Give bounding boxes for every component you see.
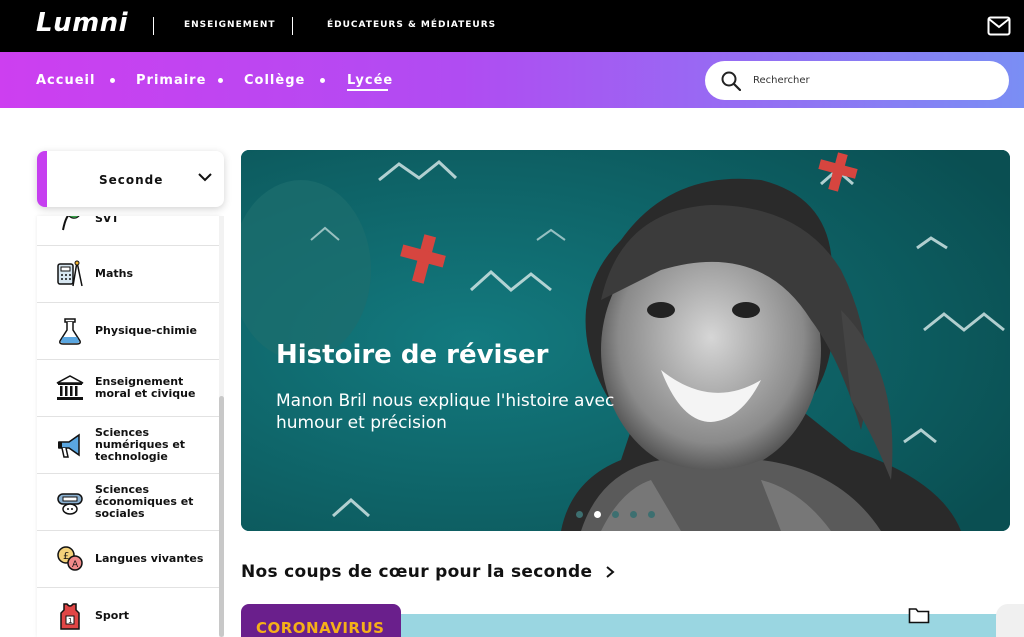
subject-sport[interactable]: 1 Sport [37, 588, 219, 637]
plant-icon [62, 216, 80, 231]
subject-label: Sciences économiques et sociales [95, 483, 194, 520]
nav-college[interactable]: Collège [244, 73, 305, 88]
subject-label: Maths [95, 267, 134, 280]
scrollbar-thumb[interactable] [219, 396, 224, 637]
nav-lycee[interactable]: Lycée [347, 73, 393, 88]
carousel-dot[interactable] [648, 511, 655, 518]
chevron-right-icon[interactable] [604, 564, 616, 580]
subject-physique-chimie[interactable]: Physique-chimie [37, 303, 219, 360]
subject-label: Enseignement moral et civique [95, 375, 196, 400]
subject-label: Sport [95, 609, 130, 622]
test-tube-icon [59, 318, 81, 345]
piggy-bank-icon [57, 493, 83, 515]
mail-icon[interactable] [987, 16, 1011, 36]
nav-enseignement-link[interactable]: ENSEIGNEMENT [184, 20, 276, 30]
subject-label: Sciences numériques et technologie [95, 426, 186, 463]
subject-list-scrollbar[interactable] [219, 216, 224, 637]
subject-list: SVT Maths Physique-chimie Enseignement m… [37, 216, 220, 637]
subject-langues-vivantes[interactable]: £ A Langues vivantes [37, 531, 219, 588]
search-input[interactable] [753, 70, 993, 90]
divider [292, 17, 293, 35]
subject-label: Langues vivantes [95, 552, 204, 565]
nav-accueil[interactable]: Accueil [36, 73, 95, 88]
svg-text:A: A [72, 560, 79, 570]
svg-text:1: 1 [68, 617, 72, 625]
carousel-next-button[interactable] [996, 604, 1024, 637]
subject-label: Physique-chimie [95, 324, 197, 337]
speech-bubbles-icon: £ A [57, 546, 83, 571]
institution-icon [56, 375, 84, 400]
level-select-value: Seconde [99, 173, 164, 187]
chevron-down-icon[interactable] [197, 170, 213, 184]
search-bar[interactable] [705, 61, 1009, 100]
lumni-logo[interactable]: Lumni [36, 8, 128, 38]
card-tag: CORONAVIRUS [241, 604, 401, 637]
top-bar: Lumni ENSEIGNEMENT ÉDUCATEURS & MÉDIATEU… [0, 0, 1024, 52]
carousel-dot[interactable] [630, 511, 637, 518]
nav-educateurs-link[interactable]: ÉDUCATEURS & MÉDIATEURS [327, 20, 496, 30]
folder-icon[interactable] [908, 606, 930, 624]
subject-label: SVT [95, 216, 119, 225]
carousel-dot[interactable] [612, 511, 619, 518]
active-nav-underline [347, 89, 388, 91]
megaphone-icon [58, 433, 80, 458]
content-card[interactable]: CORONAVIRUS [241, 604, 1010, 637]
nav-separator-dot [320, 78, 325, 83]
hero-carousel[interactable]: Histoire de réviser Manon Bril nous expl… [241, 150, 1010, 531]
search-icon[interactable] [721, 71, 741, 91]
subject-svt[interactable]: SVT [37, 216, 219, 246]
nav-separator-dot [110, 78, 115, 83]
carousel-dot-active[interactable] [594, 511, 601, 518]
jersey-icon: 1 [60, 603, 80, 630]
subject-snt[interactable]: Sciences numériques et technologie [37, 417, 219, 474]
nav-separator-dot [218, 78, 223, 83]
hero-title[interactable]: Histoire de réviser [276, 340, 548, 370]
calculator-compass-icon [57, 260, 83, 287]
subject-emc[interactable]: Enseignement moral et civique [37, 360, 219, 417]
level-select[interactable]: Seconde [37, 151, 224, 207]
subject-maths[interactable]: Maths [37, 246, 219, 303]
divider [153, 17, 154, 35]
hero-subtitle: Manon Bril nous explique l'histoire avec… [276, 391, 615, 433]
carousel-dot[interactable] [576, 511, 583, 518]
nav-primaire[interactable]: Primaire [136, 73, 206, 88]
section-title[interactable]: Nos coups de cœur pour la seconde [241, 562, 592, 582]
subject-ses[interactable]: Sciences économiques et sociales [37, 474, 219, 531]
card-tag-label: CORONAVIRUS [256, 619, 385, 637]
